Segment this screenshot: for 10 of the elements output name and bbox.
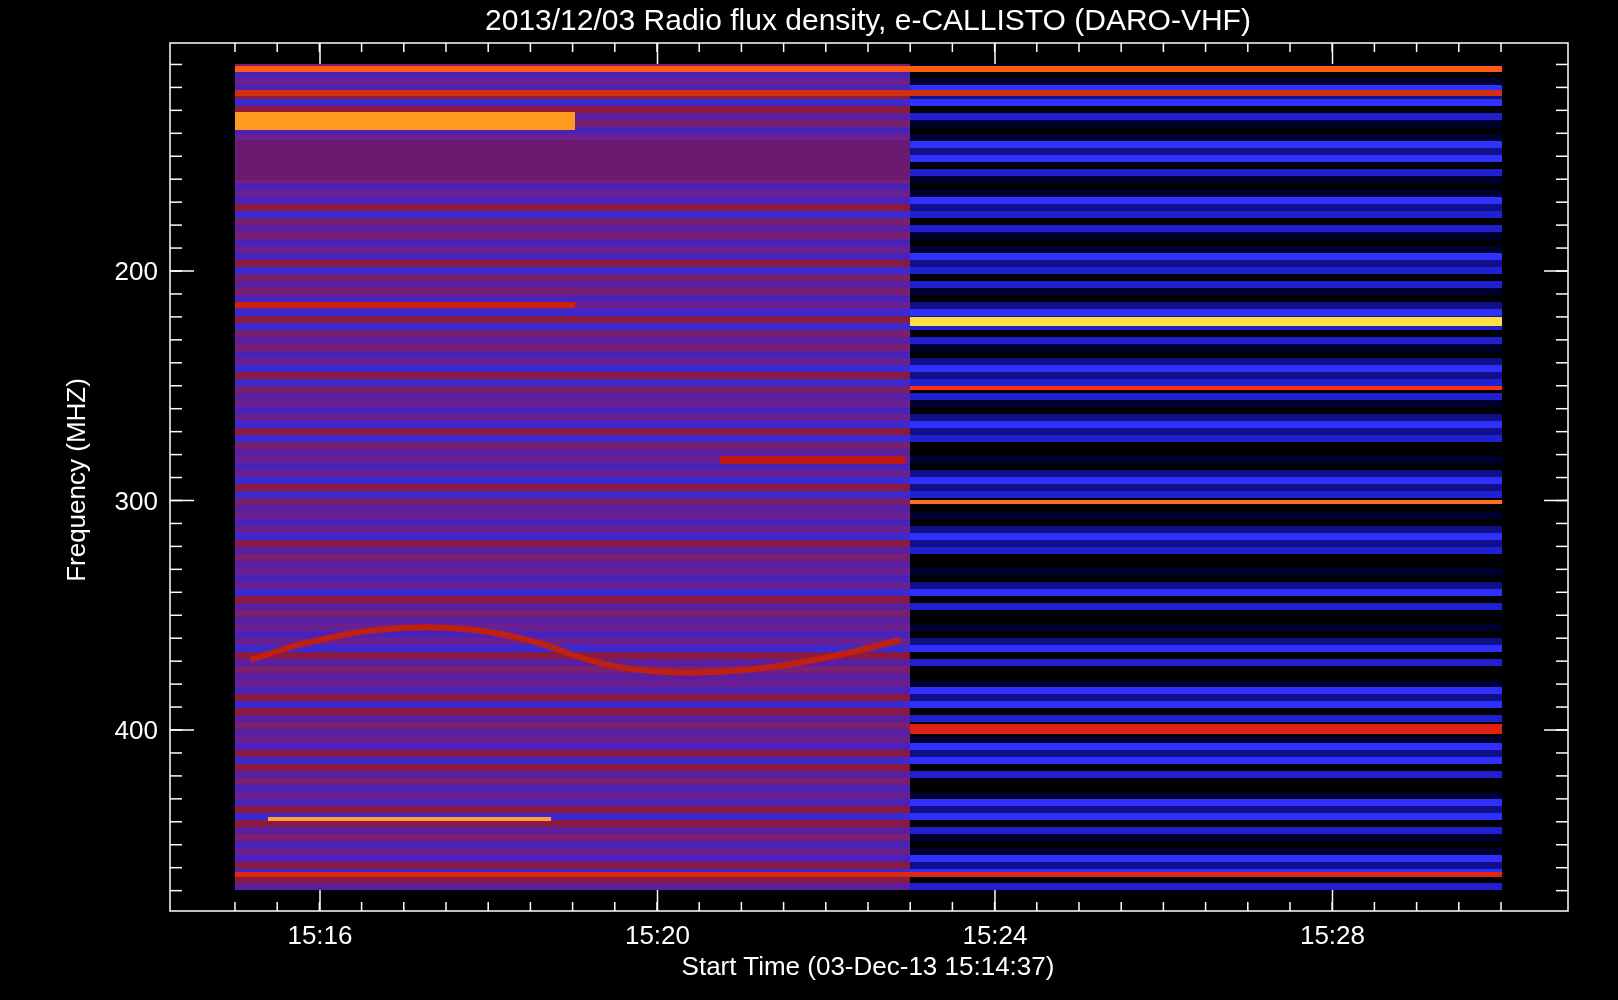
y-tick-label: 400	[114, 715, 158, 745]
y-axis-label: Frequency (MHZ)	[61, 378, 91, 582]
x-tick-label: 15:16	[287, 920, 353, 950]
chart-title: 2013/12/03 Radio flux density, e-CALLISTO (DARO-VHF)	[485, 3, 1251, 36]
y-tick-label: 200	[114, 256, 158, 286]
y-tick-label: 300	[114, 485, 158, 516]
x-axis-label: Start Time (03-Dec-13 15:14:37)	[681, 951, 1055, 981]
x-tick-label: 15:24	[962, 920, 1028, 950]
x-tick-label: 15:20	[624, 920, 691, 950]
x-tick-label: 15:28	[1299, 920, 1366, 950]
